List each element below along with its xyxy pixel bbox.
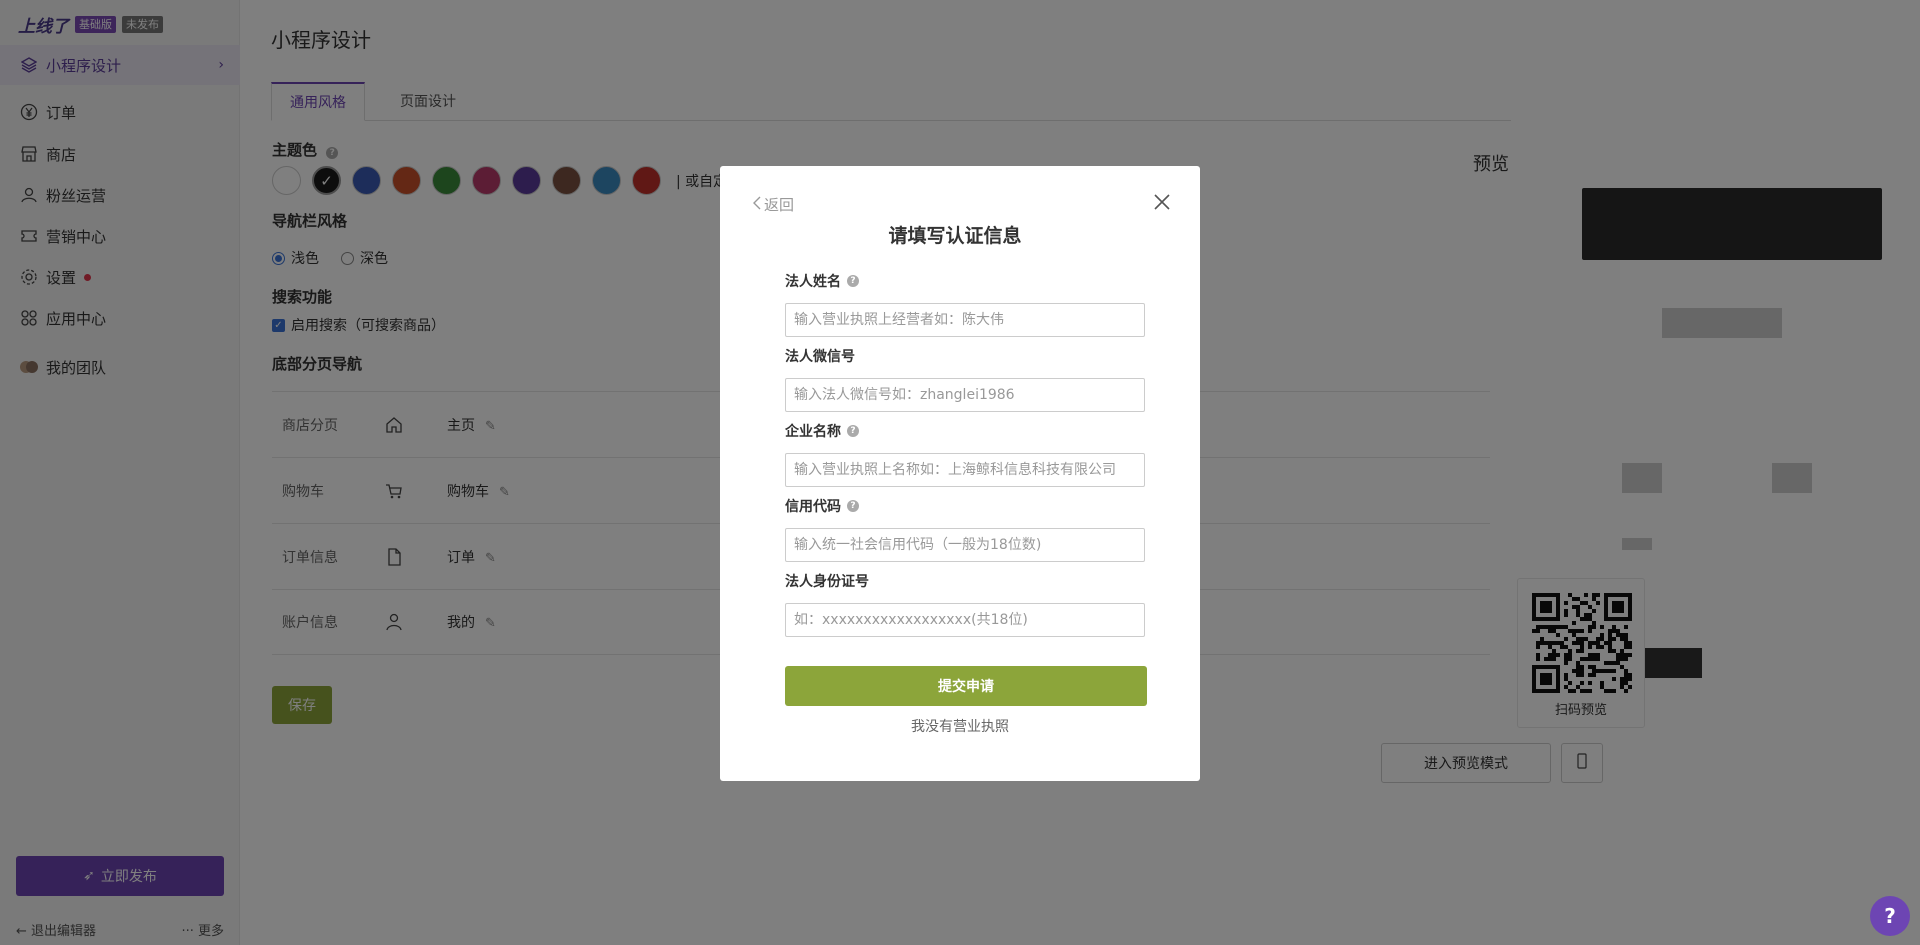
field-label: 法人身份证号 [785,574,869,590]
legal-person-name-input[interactable] [785,303,1145,337]
no-license-link[interactable]: 我没有营业执照 [720,716,1200,736]
help-icon[interactable]: ? [847,500,859,512]
id-number-field: 法人身份证号 [785,571,1145,637]
back-link[interactable]: 返回 [752,194,794,215]
help-icon[interactable]: ? [847,425,859,437]
modal-title: 请填写认证信息 [888,225,1022,247]
field-label: 企业名称 ? [785,421,1145,441]
legal-person-name-field: 法人姓名 ? [785,271,1145,337]
legal-wechat-field: 法人微信号 [785,346,1145,412]
field-label: 法人姓名 ? [785,271,1145,291]
company-name-field: 企业名称 ? [785,421,1145,487]
credit-code-input[interactable] [785,528,1145,562]
help-button[interactable]: ? [1870,896,1910,936]
legal-wechat-input[interactable] [785,378,1145,412]
help-icon[interactable]: ? [847,275,859,287]
id-number-input[interactable] [785,603,1145,637]
field-label: 法人微信号 [785,349,855,365]
verification-modal: 返回 请填写认证信息 法人姓名 ? 法人微信号 企业名称 ? 信用代码 ? 法人… [720,166,1200,781]
chevron-left-icon [752,196,762,214]
field-label: 信用代码 ? [785,496,1145,516]
submit-button[interactable]: 提交申请 [785,666,1147,706]
credit-code-field: 信用代码 ? [785,496,1145,562]
close-icon[interactable] [1152,192,1172,212]
company-name-input[interactable] [785,453,1145,487]
